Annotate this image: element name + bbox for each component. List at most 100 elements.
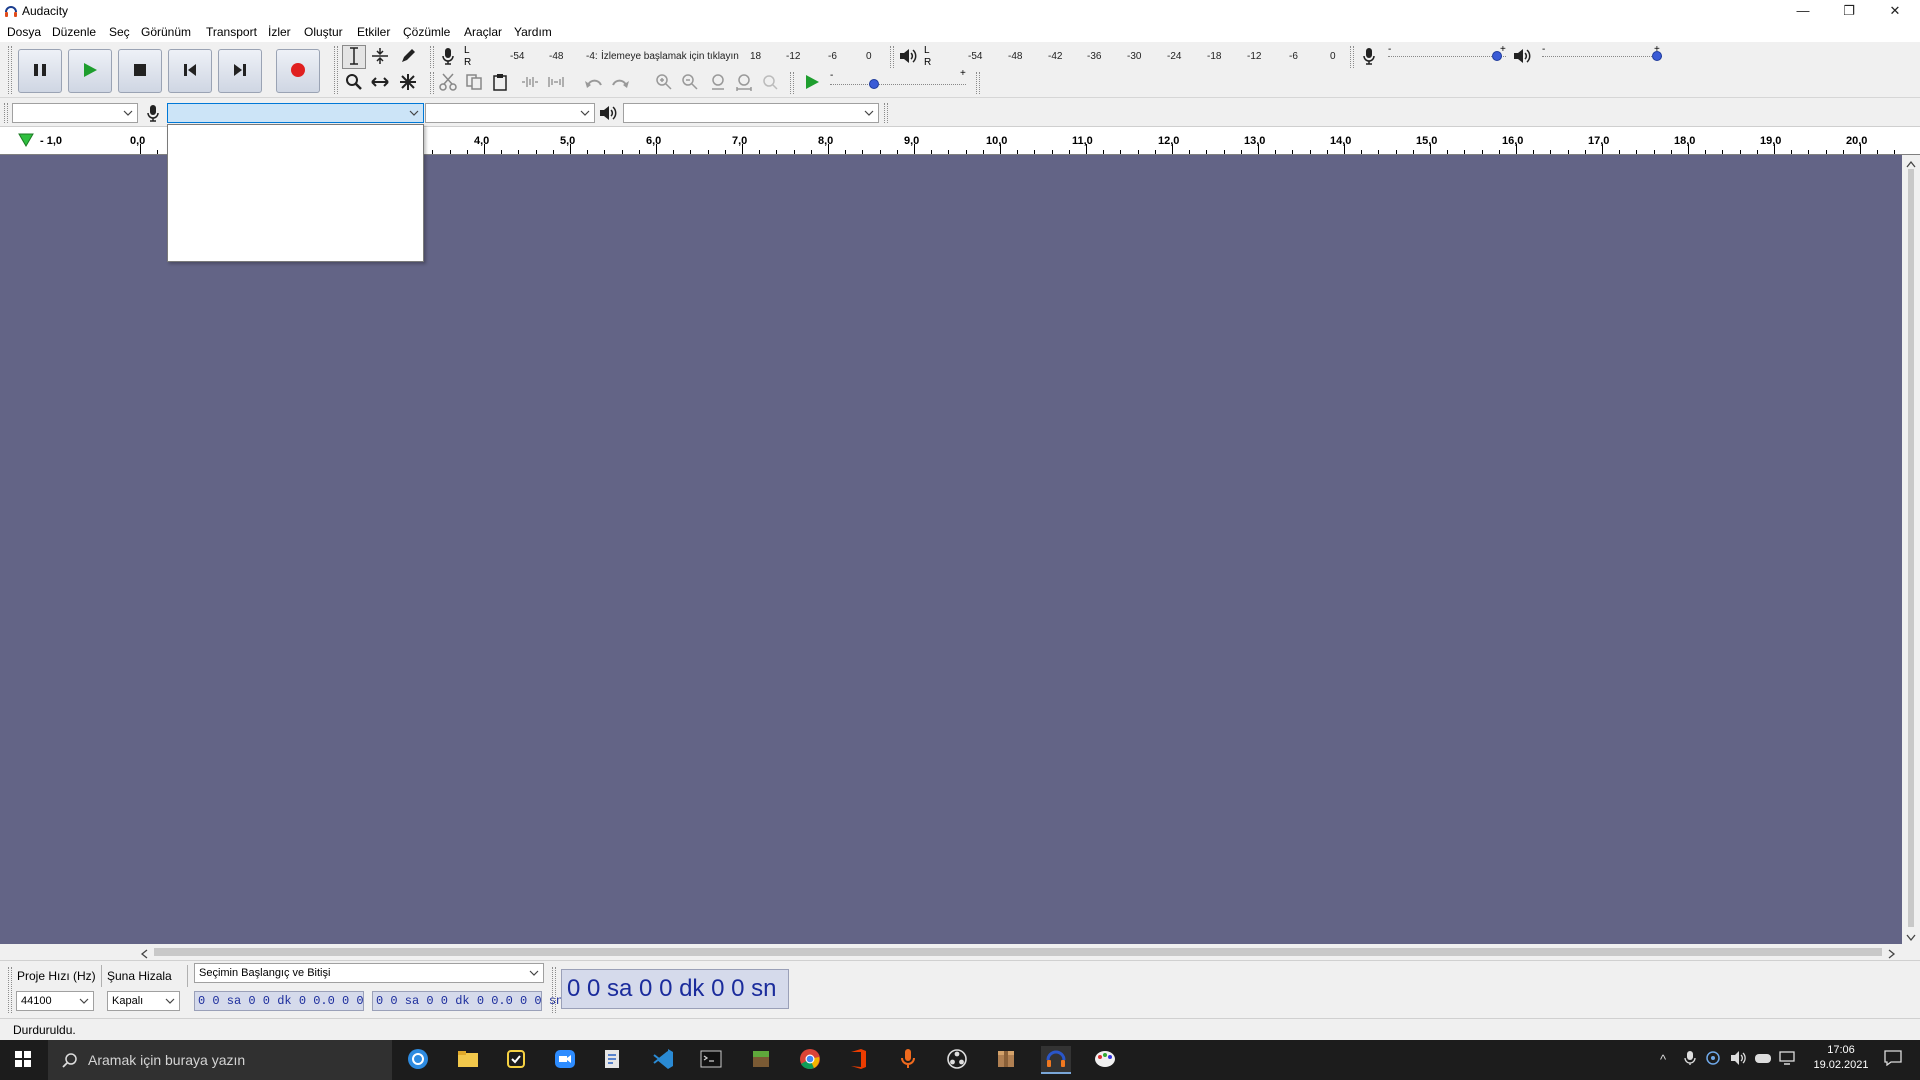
menu-transport[interactable]: Transport: [206, 25, 257, 39]
selection-tool[interactable]: [342, 45, 366, 69]
taskbar-paint[interactable]: [1090, 1046, 1120, 1074]
zoom-tool[interactable]: [342, 71, 366, 95]
taskbar-editor[interactable]: [597, 1046, 627, 1074]
toolbar-grip[interactable]: [334, 46, 338, 94]
snap-select[interactable]: Kapalı: [107, 991, 180, 1011]
zoom-in-button[interactable]: [652, 71, 676, 95]
selection-start-time[interactable]: 0 0 sa 0 0 dk 0 0.0 0 0 sn: [194, 991, 385, 1011]
time-shift-tool[interactable]: [368, 71, 392, 95]
selection-mode-select[interactable]: Seçimin Başlangıç ve Bitişi: [194, 963, 544, 983]
taskbar-app-store[interactable]: [403, 1046, 433, 1074]
taskbar-recorder[interactable]: [893, 1046, 923, 1074]
vertical-scroll-thumb[interactable]: [1908, 169, 1914, 927]
play-button[interactable]: [68, 49, 112, 93]
toolbar-grip[interactable]: [890, 46, 894, 68]
horizontal-scrollbar[interactable]: [136, 944, 1902, 960]
taskbar-audacity[interactable]: [1041, 1046, 1071, 1074]
vertical-scrollbar[interactable]: [1902, 155, 1920, 944]
menu-duzenle[interactable]: Düzenle: [52, 25, 96, 39]
silence-button[interactable]: [544, 71, 568, 95]
playback-meter-button[interactable]: [896, 45, 920, 69]
draw-tool[interactable]: [396, 45, 420, 69]
menu-olustur[interactable]: Oluştur: [304, 25, 343, 39]
record-volume-slider[interactable]: [1388, 51, 1506, 61]
toolbar-grip[interactable]: [8, 46, 12, 94]
taskbar-package[interactable]: [991, 1046, 1021, 1074]
toolbar-grip[interactable]: [976, 72, 980, 94]
tray-bluetooth-icon[interactable]: [1706, 1050, 1720, 1069]
record-meter-button[interactable]: [436, 45, 460, 69]
recording-device-select[interactable]: [167, 103, 424, 123]
tray-volume-icon[interactable]: [1730, 1050, 1748, 1069]
recording-channels-select[interactable]: [425, 103, 595, 123]
zoom-out-button[interactable]: [678, 71, 702, 95]
toolbar-grip[interactable]: [790, 72, 794, 94]
taskbar-minecraft[interactable]: [746, 1046, 776, 1074]
redo-button[interactable]: [608, 71, 632, 95]
pause-button[interactable]: [18, 49, 62, 93]
menu-etkiler[interactable]: Etkiler: [357, 25, 390, 39]
taskbar-office[interactable]: [843, 1046, 873, 1074]
taskbar-chrome[interactable]: [795, 1046, 825, 1074]
playback-device-select[interactable]: [623, 103, 879, 123]
menu-gorunum[interactable]: Görünüm: [141, 25, 191, 39]
menu-cozumle[interactable]: Çözümle: [403, 25, 450, 39]
zoom-toggle-button[interactable]: [758, 71, 782, 95]
menu-dosya[interactable]: Dosya: [7, 25, 41, 39]
audio-position-display[interactable]: 0 0 sa 0 0 dk 0 0 sn: [561, 969, 789, 1009]
taskbar-terminal[interactable]: [696, 1046, 726, 1074]
skip-end-button[interactable]: [218, 49, 262, 93]
toolbar-grip[interactable]: [1350, 46, 1354, 68]
recording-device-dropdown-list[interactable]: [167, 124, 424, 262]
fit-selection-button[interactable]: [706, 71, 730, 95]
menu-araclar[interactable]: Araçlar: [464, 25, 502, 39]
maximize-button[interactable]: ❐: [1826, 0, 1872, 22]
tray-gamepad-icon[interactable]: [1754, 1050, 1772, 1069]
record-volume-thumb[interactable]: [1492, 51, 1502, 61]
toolbar-grip[interactable]: [430, 46, 434, 68]
stop-button[interactable]: [118, 49, 162, 93]
skip-start-button[interactable]: [168, 49, 212, 93]
multi-tool[interactable]: [396, 71, 420, 95]
trim-button[interactable]: [518, 71, 542, 95]
fit-project-button[interactable]: [732, 71, 756, 95]
scroll-down-icon[interactable]: [1906, 931, 1916, 945]
play-at-speed-button[interactable]: [800, 71, 824, 95]
track-panel[interactable]: [0, 155, 1902, 944]
taskbar-obs[interactable]: [942, 1046, 972, 1074]
tray-chevron-up-icon[interactable]: ^: [1660, 1052, 1666, 1067]
record-button[interactable]: [276, 49, 320, 93]
menu-yardim[interactable]: Yardım: [514, 25, 552, 39]
toolbar-grip[interactable]: [4, 103, 8, 123]
play-head-icon[interactable]: [18, 133, 34, 150]
playback-meter[interactable]: -54 -48 -42 -36 -30 -24 -18 -12 -6 0: [934, 51, 1338, 65]
toolbar-grip[interactable]: [8, 967, 12, 1013]
menu-sec[interactable]: Seç: [109, 25, 130, 39]
play-speed-slider[interactable]: [830, 79, 966, 89]
toolbar-grip[interactable]: [430, 72, 434, 94]
notification-icon[interactable]: [1884, 1050, 1902, 1069]
tray-network-icon[interactable]: [1778, 1050, 1796, 1069]
playback-volume-slider[interactable]: [1542, 51, 1662, 61]
play-speed-thumb[interactable]: [869, 79, 879, 89]
close-button[interactable]: ✕: [1872, 0, 1918, 22]
envelope-tool[interactable]: [368, 45, 392, 69]
record-meter-prompt[interactable]: İzlemeye başlamak için tıklayın: [601, 51, 739, 62]
toolbar-grip[interactable]: [884, 103, 888, 123]
taskbar-tasks[interactable]: [501, 1046, 531, 1074]
tray-clock[interactable]: 17:06 19.02.2021: [1806, 1044, 1876, 1071]
undo-button[interactable]: [582, 71, 606, 95]
audio-host-select[interactable]: [12, 103, 138, 123]
selection-end-time[interactable]: 0 0 sa 0 0 dk 0 0.0 0 0 sn: [372, 991, 563, 1011]
record-meter[interactable]: -54 -48 -4: İzlemeye başlamak için tıkla…: [472, 51, 874, 65]
taskbar-zoom[interactable]: [550, 1046, 580, 1074]
tray-microphone-icon[interactable]: [1684, 1050, 1696, 1069]
playback-volume-thumb[interactable]: [1652, 51, 1662, 61]
cut-button[interactable]: [436, 71, 460, 95]
start-button[interactable]: [8, 1046, 38, 1074]
paste-button[interactable]: [488, 71, 512, 95]
taskbar-vscode[interactable]: [648, 1046, 678, 1074]
project-rate-select[interactable]: 44100: [16, 991, 94, 1011]
minimize-button[interactable]: —: [1780, 0, 1826, 22]
toolbar-grip[interactable]: [552, 967, 556, 1013]
